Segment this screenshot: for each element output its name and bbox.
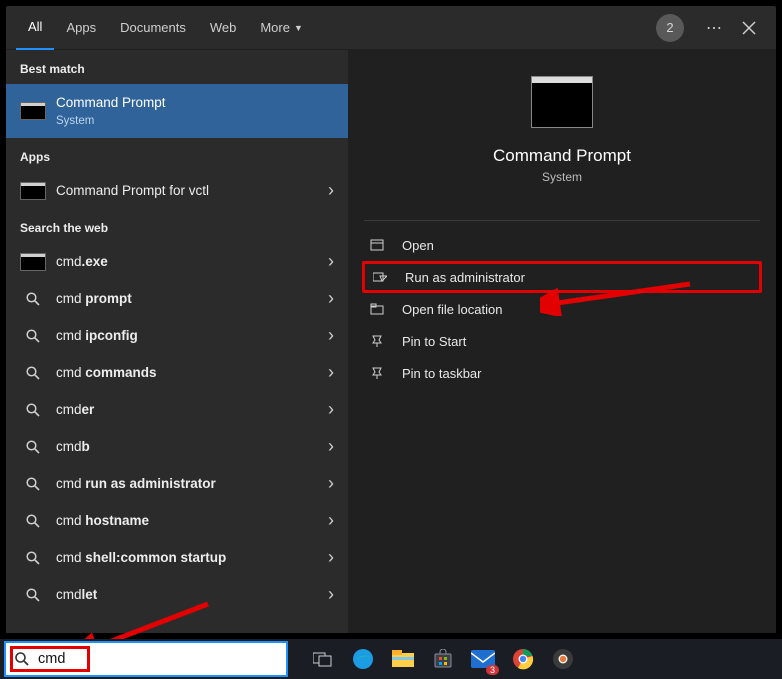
search-icon	[20, 548, 46, 568]
open-icon	[370, 238, 392, 252]
action-open[interactable]: Open	[362, 229, 762, 261]
recent-count-badge[interactable]: 2	[656, 14, 684, 42]
search-icon	[20, 289, 46, 309]
cmd-icon	[20, 252, 46, 272]
result-title: cmd commands	[56, 364, 322, 382]
result-title: cmdlet	[56, 586, 322, 604]
file-explorer-icon[interactable]	[390, 646, 416, 672]
search-icon	[20, 437, 46, 457]
chevron-right-icon: ›	[328, 362, 334, 383]
chevron-right-icon: ›	[328, 325, 334, 346]
chevron-right-icon: ›	[328, 288, 334, 309]
result-item[interactable]: cmd commands ›	[6, 354, 348, 391]
chevron-right-icon: ›	[328, 473, 334, 494]
result-title: cmdb	[56, 438, 322, 456]
more-options-icon[interactable]: ⋯	[696, 18, 732, 38]
result-item[interactable]: cmd prompt ›	[6, 280, 348, 317]
result-item[interactable]: cmd ipconfig ›	[6, 317, 348, 354]
result-item[interactable]: cmd hostname ›	[6, 502, 348, 539]
preview-title: Command Prompt	[493, 146, 631, 166]
microsoft-store-icon[interactable]	[430, 646, 456, 672]
chevron-right-icon: ›	[328, 399, 334, 420]
result-title: Command Prompt for vctl	[56, 182, 322, 200]
action-pin-to-taskbar[interactable]: Pin to taskbar	[362, 357, 762, 389]
pin-to-start-icon	[370, 334, 392, 348]
search-icon	[20, 363, 46, 383]
result-title: cmd hostname	[56, 512, 322, 530]
result-item[interactable]: cmder ›	[6, 391, 348, 428]
taskbar: 3	[0, 639, 782, 679]
chrome-icon[interactable]	[510, 646, 536, 672]
action-label: Pin to Start	[402, 334, 466, 349]
mail-badge: 3	[486, 665, 499, 675]
action-label: Pin to taskbar	[402, 366, 482, 381]
result-preview-pane: Command Prompt System Open Run as adminis…	[348, 50, 776, 633]
search-icon	[20, 326, 46, 346]
chevron-right-icon: ›	[328, 251, 334, 272]
chevron-right-icon: ›	[328, 180, 334, 201]
tab-documents[interactable]: Documents	[108, 6, 198, 50]
chevron-right-icon: ›	[328, 436, 334, 457]
action-label: Open	[402, 238, 434, 253]
section-best-match: Best match	[6, 50, 348, 84]
tab-more[interactable]: More▼	[248, 6, 315, 50]
chevron-right-icon: ›	[328, 584, 334, 605]
search-icon	[14, 651, 30, 667]
result-best-match[interactable]: Command Prompt System	[6, 84, 348, 138]
action-run-as-admin[interactable]: Run as administrator	[362, 261, 762, 293]
taskbar-pinned-apps: 3	[310, 646, 576, 672]
result-item[interactable]: cmd shell:common startup ›	[6, 539, 348, 576]
section-web: Search the web	[6, 209, 348, 243]
result-subtitle: System	[56, 114, 334, 129]
result-item[interactable]: Command Prompt for vctl ›	[6, 172, 348, 209]
result-title: cmd prompt	[56, 290, 322, 308]
search-icon	[20, 511, 46, 531]
action-label: Open file location	[402, 302, 502, 317]
task-view-icon[interactable]	[310, 646, 336, 672]
tab-web[interactable]: Web	[198, 6, 249, 50]
result-title: cmder	[56, 401, 322, 419]
results-list: Best match Command Prompt System Apps Co…	[6, 50, 348, 633]
cmd-icon	[20, 181, 46, 201]
open-file-location-icon	[370, 302, 392, 316]
result-title: cmd.exe	[56, 253, 322, 271]
preview-app-icon	[531, 76, 593, 128]
mail-icon[interactable]: 3	[470, 646, 496, 672]
windows-search-panel: AllAppsDocumentsWebMore▼ 2 ⋯ Best match …	[6, 6, 776, 633]
close-icon[interactable]	[732, 21, 766, 35]
result-item[interactable]: cmd.exe ›	[6, 243, 348, 280]
edge-icon[interactable]	[350, 646, 376, 672]
chevron-right-icon: ›	[328, 510, 334, 531]
run-as-admin-icon	[373, 270, 395, 284]
taskbar-search[interactable]	[4, 641, 288, 677]
result-title: cmd run as administrator	[56, 475, 322, 493]
result-item[interactable]: cmdlet ›	[6, 576, 348, 613]
result-item[interactable]: cmd run as administrator ›	[6, 465, 348, 502]
action-label: Run as administrator	[405, 270, 525, 285]
tab-apps[interactable]: Apps	[54, 6, 108, 50]
chevron-down-icon: ▼	[294, 23, 303, 33]
preview-actions: Open Run as administrator Open file locati…	[348, 229, 776, 389]
section-apps: Apps	[6, 138, 348, 172]
pin-to-taskbar-icon	[370, 366, 392, 380]
search-icon	[20, 585, 46, 605]
chrome-canary-icon[interactable]	[550, 646, 576, 672]
search-filter-tabs: AllAppsDocumentsWebMore▼ 2 ⋯	[6, 6, 776, 50]
result-title: Command Prompt	[56, 94, 334, 112]
search-icon	[20, 400, 46, 420]
action-open-file-location[interactable]: Open file location	[362, 293, 762, 325]
chevron-right-icon: ›	[328, 547, 334, 568]
action-pin-to-start[interactable]: Pin to Start	[362, 325, 762, 357]
cmd-icon	[20, 101, 46, 121]
search-icon	[20, 474, 46, 494]
tab-all[interactable]: All	[16, 6, 54, 50]
result-title: cmd ipconfig	[56, 327, 322, 345]
result-title: cmd shell:common startup	[56, 549, 322, 567]
preview-subtitle: System	[542, 170, 582, 184]
search-input[interactable]	[38, 651, 286, 667]
result-item[interactable]: cmdb ›	[6, 428, 348, 465]
